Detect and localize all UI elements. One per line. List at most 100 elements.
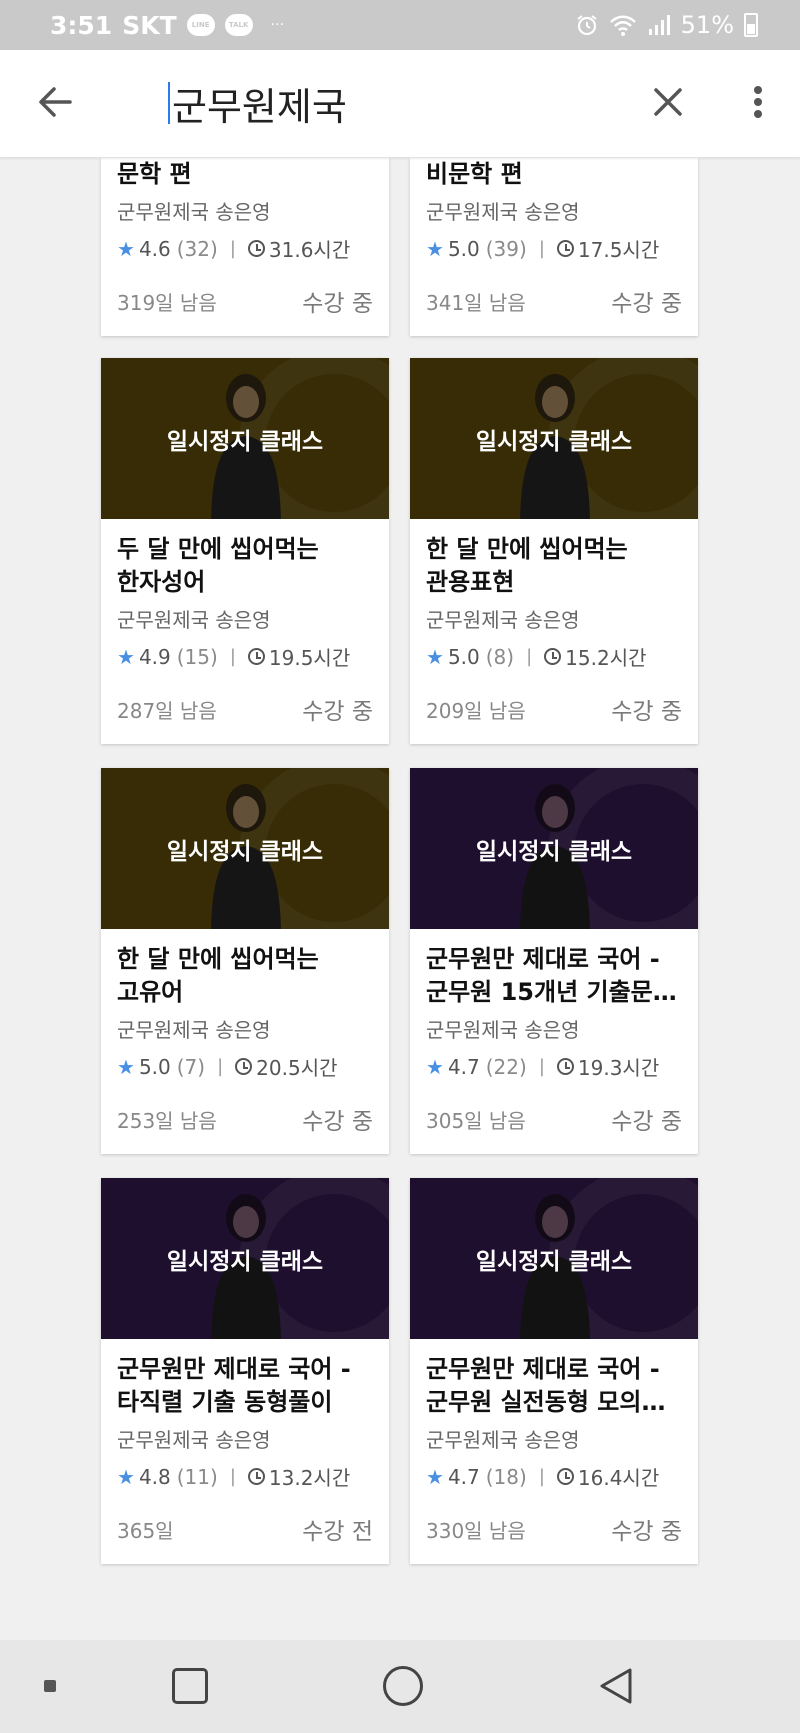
kakaotalk-notification-icon: TALK [224,14,253,36]
course-meta: ★ 5.0 (8) | 15.2시간 [426,642,682,671]
course-title-line2: 타직렬 기출 동형풀이 [117,1388,333,1416]
meta-divider: | [526,646,533,667]
course-title-line2: 군무원 실전동형 모의고사 [426,1388,682,1416]
home-icon[interactable] [383,1666,423,1706]
course-author: 군무원제국 송은영 [117,200,271,224]
paused-class-label: 일시정지 클래스 [166,428,324,455]
enrollment-status: 수강 중 [611,1109,682,1135]
battery-percent: 51% [680,11,734,39]
paused-class-label: 일시정지 클래스 [475,1248,633,1275]
course-duration: 20.5시간 [256,1056,338,1080]
rating-count: (18) [485,1464,527,1489]
days-remaining: 319일 남음 [117,290,217,315]
paused-class-label: 일시정지 클래스 [166,1248,324,1275]
course-card[interactable]: 일시정지 클래스 한 달 만에 씹어먹는 관용표현 군무원제국 송은영 ★ 5.… [410,358,698,744]
clock-time: 3:51 [50,10,113,40]
course-title-line1: 군무원만 제대로 국어 - [426,945,660,973]
nav-hide-dot-icon[interactable] [44,1680,56,1692]
course-author: 군무원제국 송은영 [426,608,580,632]
course-title: 문학 편 [117,160,192,188]
clock-icon [544,648,562,665]
recent-apps-icon[interactable] [172,1668,208,1704]
days-remaining: 330일 남음 [426,1518,526,1543]
course-meta: ★ 5.0 (39) | 17.5시간 [426,234,682,263]
enrollment-status: 수강 전 [302,1519,373,1545]
rating-count: (7) [176,1054,206,1079]
rating-value: 5.0 [138,1054,171,1079]
status-bar: 3:51 SKT LINE TALK ··· 51% [0,0,800,50]
course-title-line2: 군무원 15개년 기출문제... [426,978,682,1006]
course-thumbnail: 일시정지 클래스 [101,1178,389,1339]
enrollment-status: 수강 중 [611,1519,682,1545]
nav-back-icon[interactable] [596,1666,636,1706]
course-card[interactable]: 문학 편 군무원제국 송은영 ★ 4.6 (32) | 31.6시간 319일 … [101,158,389,336]
days-remaining: 305일 남음 [426,1108,526,1133]
course-meta: ★ 4.8 (11) | 13.2시간 [117,1462,373,1491]
star-icon: ★ [117,1054,135,1079]
paused-class-label: 일시정지 클래스 [475,838,633,865]
course-card[interactable]: 일시정지 클래스 군무원만 제대로 국어 - 군무원 15개년 기출문제... … [410,768,698,1154]
course-card[interactable]: 일시정지 클래스 한 달 만에 씹어먹는 고유어 군무원제국 송은영 ★ 5.0… [101,768,389,1154]
clock-icon [556,1468,574,1485]
wifi-icon [609,15,636,36]
course-duration: 31.6시간 [268,238,351,262]
course-card[interactable]: 일시정지 클래스 군무원만 제대로 국어 - 타직렬 기출 동형풀이 군무원제국… [101,1178,389,1564]
course-card[interactable]: 일시정지 클래스 두 달 만에 씹어먹는 한자성어 군무원제국 송은영 ★ 4.… [101,358,389,744]
rating-count: (39) [485,236,527,261]
course-thumbnail: 일시정지 클래스 [101,768,389,929]
course-author: 군무원제국 송은영 [426,200,580,224]
days-remaining: 209일 남음 [426,698,526,723]
course-duration: 19.5시간 [268,646,351,670]
course-card[interactable]: 일시정지 클래스 군무원만 제대로 국어 - 군무원 실전동형 모의고사 군무원… [410,1178,698,1564]
search-header: 군무원제국 [0,50,800,158]
meta-divider: | [229,646,236,667]
enrollment-status: 수강 중 [611,291,682,317]
course-author: 군무원제국 송은영 [117,1428,271,1452]
course-author: 군무원제국 송은영 [117,1018,271,1042]
rating-value: 4.8 [138,1464,171,1489]
rating-value: 4.9 [138,644,171,669]
search-input[interactable]: 군무원제국 [168,76,347,130]
star-icon: ★ [426,644,444,669]
star-icon: ★ [426,1464,444,1489]
course-author: 군무원제국 송은영 [426,1428,580,1452]
course-title: 비문학 편 [426,160,523,188]
enrollment-status: 수강 중 [302,291,373,317]
search-query: 군무원제국 [172,84,347,129]
enrollment-status: 수강 중 [302,699,373,725]
more-notifications-icon: ··· [270,17,284,33]
rating-count: (11) [176,1464,218,1489]
enrollment-status: 수강 중 [611,699,682,725]
star-icon: ★ [117,1464,135,1489]
rating-count: (32) [176,236,218,261]
course-title-line1: 한 달 만에 씹어먹는 [426,535,628,563]
rating-value: 5.0 [447,236,480,261]
back-arrow-icon[interactable] [32,78,80,126]
course-duration: 16.4시간 [577,1466,660,1490]
star-icon: ★ [117,644,135,669]
rating-count: (15) [176,644,218,669]
course-title-line1: 군무원만 제대로 국어 - [426,1355,660,1383]
more-options-icon[interactable] [740,78,776,126]
course-thumbnail: 일시정지 클래스 [410,1178,698,1339]
course-author: 군무원제국 송은영 [117,608,271,632]
rating-count: (22) [485,1054,527,1079]
course-author: 군무원제국 송은영 [426,1018,580,1042]
clear-search-icon[interactable] [644,78,692,126]
days-remaining: 253일 남음 [117,1108,217,1133]
course-meta: ★ 4.6 (32) | 31.6시간 [117,234,373,263]
carrier-name: SKT [122,10,177,40]
rating-value: 4.7 [447,1464,480,1489]
clock-icon [556,1058,574,1075]
clock-icon [247,240,265,257]
days-remaining: 365일 [117,1518,174,1543]
rating-count: (8) [485,644,515,669]
enrollment-status: 수강 중 [302,1109,373,1135]
paused-class-label: 일시정지 클래스 [166,838,324,865]
course-grid: 문학 편 군무원제국 송은영 ★ 4.6 (32) | 31.6시간 319일 … [0,158,800,1638]
battery-icon [744,13,758,37]
star-icon: ★ [117,236,135,261]
course-meta: ★ 4.7 (18) | 16.4시간 [426,1462,682,1491]
course-thumbnail: 일시정지 클래스 [410,358,698,519]
course-card[interactable]: 비문학 편 군무원제국 송은영 ★ 5.0 (39) | 17.5시간 341일… [410,158,698,336]
